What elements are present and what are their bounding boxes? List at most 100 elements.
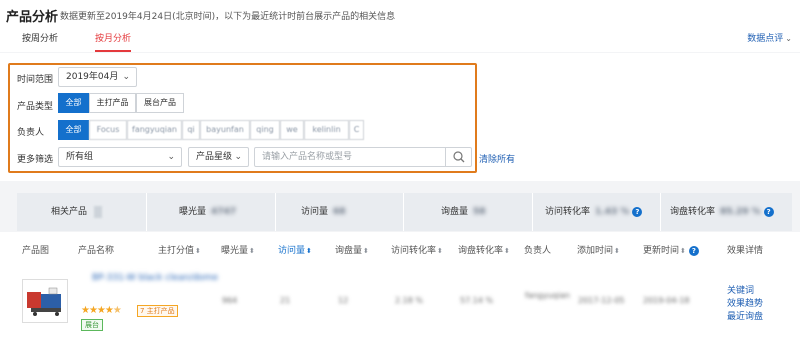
- cell-visits: 21: [280, 296, 291, 305]
- owner-option[interactable]: kelinlin: [304, 120, 349, 140]
- sort-icon: ⬍: [614, 247, 620, 255]
- keywords-link[interactable]: 关键词: [727, 283, 754, 296]
- month-select[interactable]: 2019年04月 ⌄: [58, 67, 137, 87]
- cell-exposure: 964: [222, 296, 238, 305]
- owner-option[interactable]: qi: [182, 120, 200, 140]
- help-icon[interactable]: ?: [632, 206, 643, 217]
- col-main-score-label: 主打分值: [158, 246, 195, 256]
- tab-monthly[interactable]: 按月分析: [95, 32, 132, 52]
- chevron-down-icon: ⌄: [122, 72, 130, 82]
- owner-option-all[interactable]: 全部: [58, 120, 89, 140]
- inquiry-label: 询盘量: [441, 207, 469, 217]
- chevron-down-icon: ⌄: [234, 152, 242, 162]
- star-level-select[interactable]: 产品星级 ⌄: [188, 147, 249, 167]
- help-icon[interactable]: ?: [763, 206, 774, 217]
- col-visit-rate-label: 访问转化率: [391, 246, 437, 256]
- col-visit-rate[interactable]: 访问转化率⬍: [391, 243, 443, 256]
- visits-value: 68: [333, 207, 346, 217]
- divider: [275, 193, 276, 231]
- owner-label: 负责人: [17, 128, 45, 138]
- col-updated-time[interactable]: 更新时间⬍?: [643, 243, 699, 256]
- owner-option[interactable]: Focus: [89, 120, 127, 140]
- sort-icon: ⬍: [437, 247, 443, 255]
- col-visits-label: 访问量: [278, 246, 306, 256]
- col-product-image: 产品图: [22, 246, 50, 256]
- main-product-badge: 7 主打产品: [137, 305, 178, 317]
- star-rating: ★★★★★: [81, 305, 122, 316]
- group-select-value: 所有组: [66, 152, 94, 162]
- related-products-label: 相关产品: [51, 207, 88, 217]
- type-option-showcase[interactable]: 展台产品: [136, 93, 184, 113]
- sort-icon: ⬍: [306, 247, 312, 255]
- search-button[interactable]: [445, 148, 471, 166]
- recent-inquiry-link[interactable]: 最近询盘: [727, 309, 763, 322]
- col-visits[interactable]: 访问量⬍: [278, 243, 312, 256]
- search-input[interactable]: [255, 148, 445, 166]
- sort-icon: ⬍: [363, 247, 369, 255]
- visit-rate-label: 访问转化率: [545, 207, 591, 217]
- owner-option[interactable]: fangyuqian: [127, 120, 182, 140]
- help-icon[interactable]: ?: [688, 245, 699, 256]
- col-owner: 负责人: [524, 246, 552, 256]
- data-rating-link[interactable]: 数据点评 ⌄: [747, 31, 792, 44]
- star-level-value: 产品星级: [196, 152, 233, 162]
- chevron-down-icon: ⌄: [167, 152, 175, 162]
- col-product-name: 产品名称: [78, 246, 115, 256]
- divider: [146, 193, 147, 231]
- trend-link[interactable]: 效果趋势: [727, 296, 763, 309]
- related-products-value: [93, 205, 102, 218]
- visits-label: 访问量: [301, 207, 329, 217]
- col-exposure[interactable]: 曝光量⬍: [221, 243, 255, 256]
- product-search: [254, 147, 472, 167]
- cell-owner: fangyuqian: [525, 291, 570, 300]
- month-select-value: 2019年04月: [66, 72, 119, 82]
- header-bar: 产品分析 数据更新至2019年4月24日(北京时间)，以下为最近统计时前台展示产…: [0, 0, 800, 52]
- time-range-label: 时间范围: [17, 75, 54, 85]
- sort-icon: ⬍: [504, 247, 510, 255]
- col-added-time-label: 添加时间: [577, 246, 614, 256]
- cell-inquiry-rate: 57.14 %: [460, 296, 494, 305]
- type-option-all[interactable]: 全部: [58, 93, 89, 113]
- sort-icon: ⬍: [249, 247, 255, 255]
- col-main-score[interactable]: 主打分值⬍: [158, 243, 201, 256]
- update-note: 数据更新至2019年4月24日(北京时间)，以下为最近统计时前台展示产品的相关信…: [60, 12, 396, 22]
- divider: [660, 193, 661, 231]
- product-name-link[interactable]: BP-331-W black clean/dome: [92, 273, 218, 283]
- exposure-label: 曝光量: [179, 207, 207, 217]
- owner-option[interactable]: bayunfan: [200, 120, 250, 140]
- data-rating-label: 数据点评: [747, 34, 784, 44]
- owner-option[interactable]: we: [280, 120, 304, 140]
- cell-added-time: 2017-12-05: [578, 296, 625, 305]
- col-inquiry-rate[interactable]: 询盘转化率⬍: [458, 243, 510, 256]
- col-inquiry-label: 询盘量: [335, 246, 363, 256]
- owner-option[interactable]: qing: [250, 120, 280, 140]
- visit-rate-stat: 访问转化率 1.43 %?: [545, 193, 643, 231]
- col-added-time[interactable]: 添加时间⬍: [577, 243, 620, 256]
- chevron-down-icon: ⌄: [785, 34, 792, 43]
- visit-rate-value: 1.43 %: [595, 207, 630, 217]
- col-updated-time-label: 更新时间: [643, 246, 680, 256]
- exposure-stat: 曝光量 4747: [179, 193, 236, 231]
- sort-icon: ⬍: [195, 247, 201, 255]
- page-title: 产品分析: [6, 10, 59, 25]
- summary-stats: 相关产品 曝光量 4747 访问量 68 询盘量 58 访问转化率 1.43 %? 询盘…: [17, 193, 792, 231]
- inquiry-rate-label: 询盘转化率: [670, 207, 716, 217]
- inquiry-rate-value: 85.29 %: [720, 207, 761, 217]
- clear-all-link[interactable]: 清除所有: [479, 152, 515, 165]
- tab-weekly[interactable]: 按周分析: [22, 32, 58, 52]
- sort-icon: ⬍: [680, 247, 686, 255]
- group-select[interactable]: 所有组 ⌄: [58, 147, 182, 167]
- more-filters-label: 更多筛选: [17, 155, 54, 165]
- cell-inquiry: 12: [338, 296, 349, 305]
- product-thumbnail[interactable]: [22, 279, 68, 323]
- cell-visit-rate: 2.18 %: [395, 296, 423, 305]
- owner-option[interactable]: C: [349, 120, 364, 140]
- col-inquiry[interactable]: 询盘量⬍: [335, 243, 369, 256]
- cell-updated-time: 2019-04-18: [643, 296, 690, 305]
- type-option-main[interactable]: 主打产品: [89, 93, 136, 113]
- divider: [532, 193, 533, 231]
- product-image: [27, 287, 61, 316]
- related-products-stat: 相关产品: [51, 193, 102, 231]
- col-exposure-label: 曝光量: [221, 246, 249, 256]
- showcase-badge: 展台: [81, 319, 103, 331]
